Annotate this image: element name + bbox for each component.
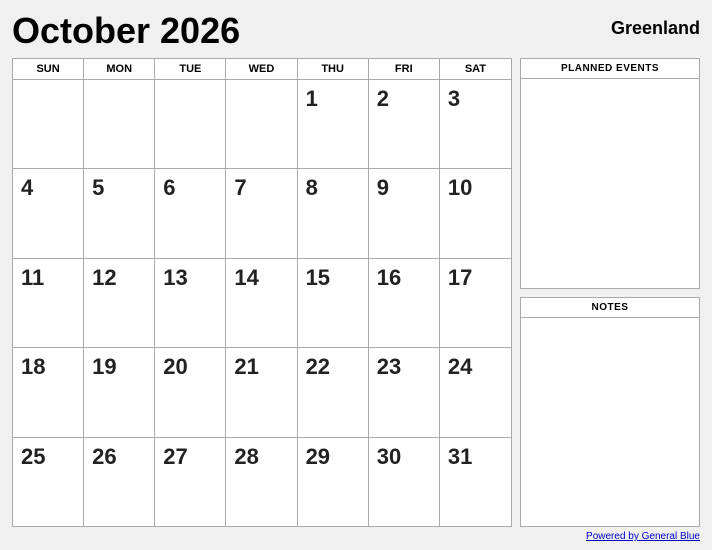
calendar-cell: 9 xyxy=(369,169,440,257)
calendar-cell: 7 xyxy=(226,169,297,257)
planned-events-box: PLANNED EVENTS xyxy=(520,58,700,289)
calendar-cell: 6 xyxy=(155,169,226,257)
calendar-cell: 15 xyxy=(298,259,369,347)
sidebar: PLANNED EVENTS NOTES xyxy=(520,58,700,527)
day-header-wed: WED xyxy=(226,59,297,79)
calendar-cell: 5 xyxy=(84,169,155,257)
calendar-cell xyxy=(226,80,297,168)
notes-content xyxy=(521,318,699,527)
main-content: SUNMONTUEWEDTHUFRISAT 123456789101112131… xyxy=(12,58,700,527)
calendar-row-0: 123 xyxy=(13,80,511,169)
calendar-cell: 18 xyxy=(13,348,84,436)
calendar-row-2: 11121314151617 xyxy=(13,259,511,348)
calendar-cell xyxy=(155,80,226,168)
day-header-tue: TUE xyxy=(155,59,226,79)
calendar-cell: 17 xyxy=(440,259,511,347)
calendar-cell: 8 xyxy=(298,169,369,257)
footer-link[interactable]: Powered by General Blue xyxy=(586,531,700,542)
day-header-fri: FRI xyxy=(369,59,440,79)
day-header-sun: SUN xyxy=(13,59,84,79)
day-header-thu: THU xyxy=(298,59,369,79)
calendar-cell: 30 xyxy=(369,438,440,526)
calendar-cell: 24 xyxy=(440,348,511,436)
calendar-cell: 10 xyxy=(440,169,511,257)
calendar-cell: 2 xyxy=(369,80,440,168)
month-title: October 2026 xyxy=(12,10,240,52)
calendar-cell: 25 xyxy=(13,438,84,526)
footer: Powered by General Blue xyxy=(12,527,700,542)
calendar-cell xyxy=(13,80,84,168)
notes-box: NOTES xyxy=(520,297,700,528)
calendar-cell: 27 xyxy=(155,438,226,526)
day-header-sat: SAT xyxy=(440,59,511,79)
calendar-cell: 23 xyxy=(369,348,440,436)
planned-events-content xyxy=(521,79,699,288)
calendar-cell: 16 xyxy=(369,259,440,347)
calendar-header: SUNMONTUEWEDTHUFRISAT xyxy=(13,59,511,80)
calendar-section: SUNMONTUEWEDTHUFRISAT 123456789101112131… xyxy=(12,58,512,527)
notes-title: NOTES xyxy=(521,298,699,318)
page-header: October 2026 Greenland xyxy=(12,10,700,52)
calendar-cell: 13 xyxy=(155,259,226,347)
calendar-cell: 3 xyxy=(440,80,511,168)
calendar-cell: 14 xyxy=(226,259,297,347)
calendar-cell: 29 xyxy=(298,438,369,526)
calendar-row-1: 45678910 xyxy=(13,169,511,258)
calendar-cell: 31 xyxy=(440,438,511,526)
calendar-grid: 1234567891011121314151617181920212223242… xyxy=(13,80,511,526)
calendar-cell: 28 xyxy=(226,438,297,526)
calendar-cell: 4 xyxy=(13,169,84,257)
planned-events-title: PLANNED EVENTS xyxy=(521,59,699,79)
calendar-row-4: 25262728293031 xyxy=(13,438,511,526)
calendar-cell: 22 xyxy=(298,348,369,436)
calendar-cell: 11 xyxy=(13,259,84,347)
calendar-cell: 12 xyxy=(84,259,155,347)
day-header-mon: MON xyxy=(84,59,155,79)
calendar-cell: 20 xyxy=(155,348,226,436)
calendar-row-3: 18192021222324 xyxy=(13,348,511,437)
calendar-cell: 26 xyxy=(84,438,155,526)
calendar-cell xyxy=(84,80,155,168)
calendar-cell: 19 xyxy=(84,348,155,436)
calendar-cell: 1 xyxy=(298,80,369,168)
location-title: Greenland xyxy=(611,10,700,39)
calendar-cell: 21 xyxy=(226,348,297,436)
